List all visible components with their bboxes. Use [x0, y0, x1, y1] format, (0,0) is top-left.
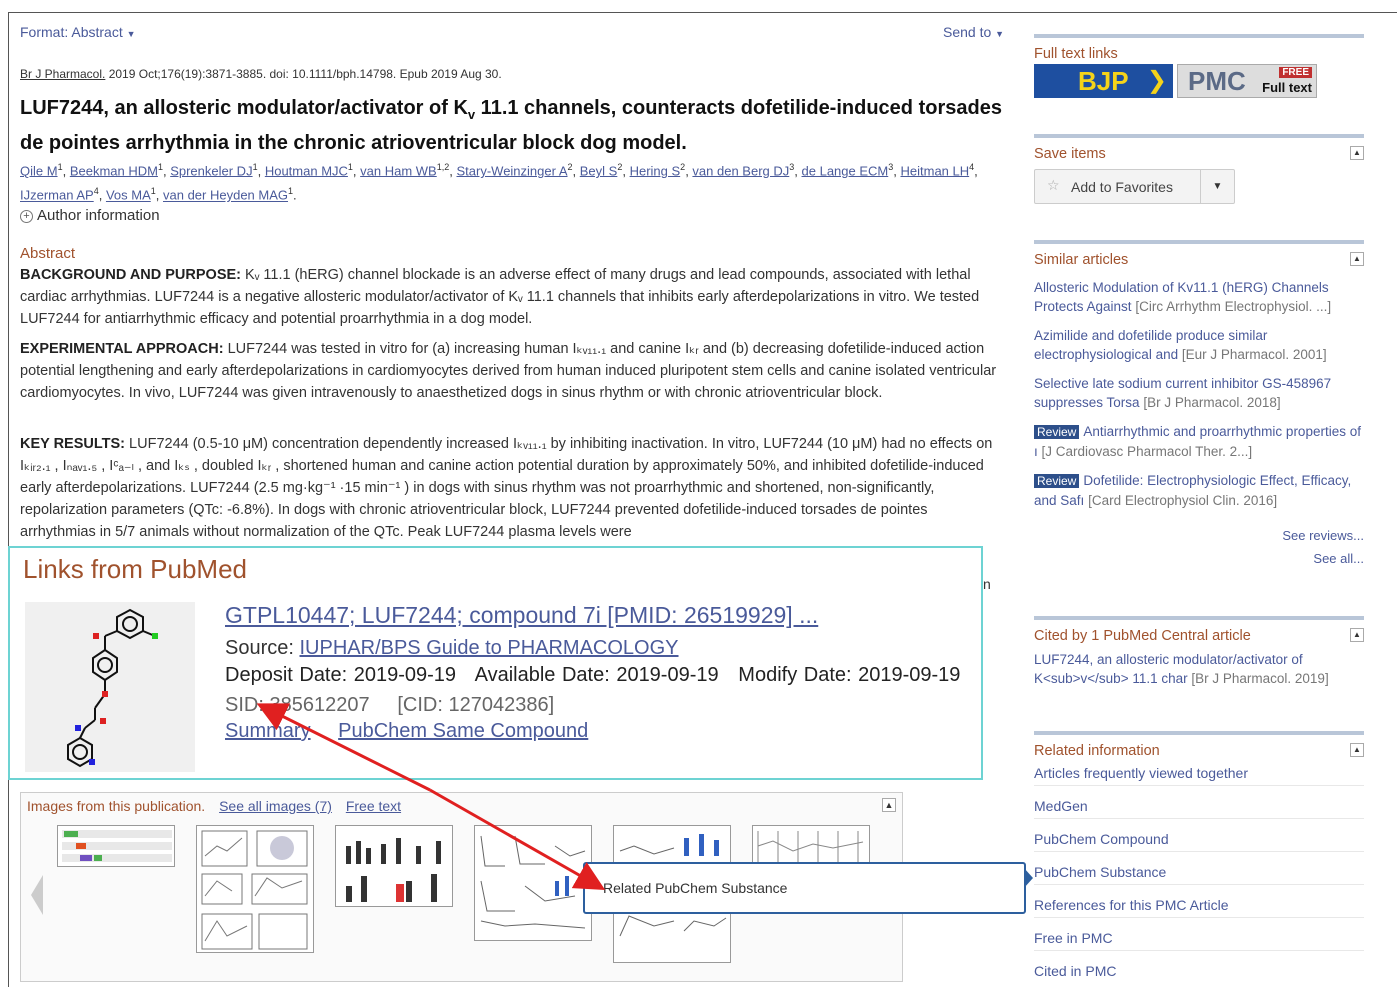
similar-article-source: [J Cardiovasc Pharmacol Ther. 2...]	[1041, 444, 1253, 459]
cited-by-title: Cited by 1 PubMed Central article	[1034, 628, 1251, 644]
similar-article-source: [Card Electrophysiol Clin. 2016]	[1088, 493, 1278, 508]
similar-article-link[interactable]: Review Dofetilide: Electrophysiologic Eff…	[1034, 471, 1364, 510]
star-icon: ☆	[1047, 177, 1060, 193]
free-badge: FREE	[1279, 67, 1312, 78]
related-information-section: Related information ▲ Articles frequentl…	[1034, 731, 1364, 984]
similar-article-source: [Br J Pharmacol. 2018]	[1143, 395, 1281, 410]
similar-article-source: [Eur J Pharmacol. 2001]	[1181, 347, 1327, 362]
review-badge: Review	[1034, 474, 1080, 488]
bjp-logo-text: BJP	[1078, 66, 1129, 96]
collapse-icon[interactable]: ▲	[1350, 743, 1364, 757]
chevron-down-icon[interactable]: ▼	[1200, 170, 1234, 203]
section-divider	[1034, 134, 1364, 138]
cited-article-source: [Br J Pharmacol. 2019]	[1191, 671, 1329, 686]
section-divider	[1034, 731, 1364, 735]
collapse-icon[interactable]: ▲	[1350, 146, 1364, 160]
related-information-link[interactable]: MedGen	[1034, 798, 1364, 819]
similar-article-link[interactable]: Allosteric Modulation of Kv11.1 (hERG) C…	[1034, 278, 1364, 316]
similar-article-link[interactable]: Review Antiarrhythmic and proarrhythmic p…	[1034, 422, 1364, 461]
similar-articles-title: Similar articles	[1034, 252, 1129, 268]
full-text-links-section: Full text links BJP ❯ PMC FREE Full text	[1034, 34, 1364, 114]
similar-articles-section: Similar articles ▲ Allosteric Modulation…	[1034, 240, 1364, 566]
review-badge: Review	[1034, 425, 1080, 439]
pmc-full-text-button[interactable]: PMC FREE Full text	[1177, 64, 1317, 98]
similar-article-link[interactable]: Selective late sodium current inhibitor …	[1034, 374, 1364, 412]
related-information-link[interactable]: References for this PMC Article	[1034, 897, 1364, 918]
related-information-link[interactable]: Free in PMC	[1034, 930, 1364, 951]
related-information-link[interactable]: PubChem Compound	[1034, 831, 1364, 852]
collapse-icon[interactable]: ▲	[1350, 252, 1364, 266]
section-divider	[1034, 240, 1364, 244]
save-items-section: Save items ▲ ☆ Add to Favorites ▼	[1034, 134, 1364, 224]
pmc-logo-text: PMC	[1188, 66, 1246, 96]
cited-by-section: Cited by 1 PubMed Central article ▲ LUF7…	[1034, 616, 1364, 688]
full-text-label: Full text	[1262, 80, 1312, 95]
save-items-title: Save items	[1034, 146, 1106, 162]
related-information-title: Related information	[1034, 743, 1160, 759]
see-all-similar-link[interactable]: See all...	[1034, 551, 1364, 566]
similar-articles-list: Allosteric Modulation of Kv11.1 (hERG) C…	[1034, 278, 1364, 510]
bjp-full-text-button[interactable]: BJP ❯	[1034, 64, 1173, 98]
collapse-icon[interactable]: ▲	[1350, 628, 1364, 642]
cited-article-link[interactable]: LUF7244, an allosteric modulator/activat…	[1034, 650, 1364, 688]
section-divider	[1034, 34, 1364, 38]
similar-article-source: [Circ Arrhythm Electrophysiol. ...]	[1135, 299, 1332, 314]
chevron-right-icon: ❯	[1146, 67, 1167, 94]
related-information-link[interactable]: Cited in PMC	[1034, 963, 1364, 984]
related-information-list: Articles frequently viewed together MedGe…	[1034, 765, 1364, 984]
add-to-favorites-label: Add to Favorites	[1071, 179, 1173, 195]
full-text-links-title: Full text links	[1034, 46, 1118, 62]
related-information-link[interactable]: PubChem Substance	[1034, 864, 1364, 885]
see-reviews-link[interactable]: See reviews...	[1034, 528, 1364, 543]
add-to-favorites-button[interactable]: ☆ Add to Favorites ▼	[1034, 169, 1235, 204]
similar-article-link[interactable]: Azimilide and dofetilide produce similar…	[1034, 326, 1364, 364]
related-information-link[interactable]: Articles frequently viewed together	[1034, 765, 1364, 786]
section-divider	[1034, 616, 1364, 620]
